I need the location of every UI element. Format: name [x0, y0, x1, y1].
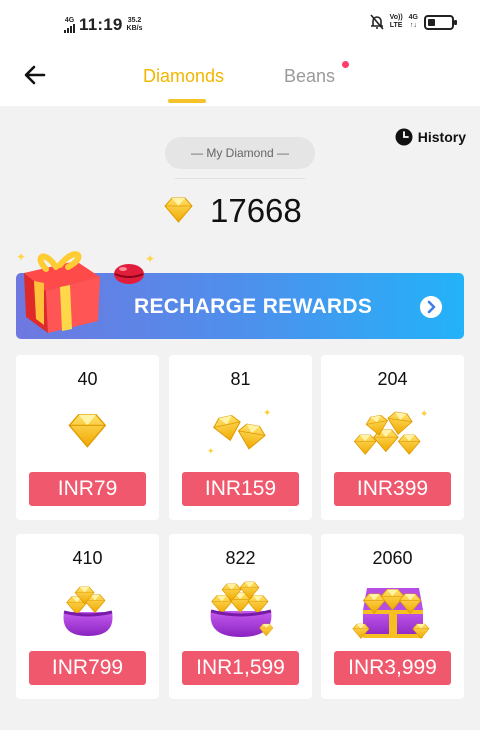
my-diamond-caption: — My Diamond —	[165, 137, 315, 169]
svg-text:✦: ✦	[207, 446, 215, 456]
price-button[interactable]: INR79	[29, 472, 146, 506]
price-button[interactable]: INR799	[29, 651, 146, 685]
beans-notification-dot	[342, 61, 349, 68]
package-amount: 410	[72, 548, 103, 568]
price-button[interactable]: INR3,999	[334, 651, 451, 685]
battery-icon	[424, 14, 457, 30]
package-amount: 822	[225, 548, 256, 568]
package-amount: 40	[77, 369, 98, 389]
status-right: Vo)) LTE 4G ↑↓	[369, 14, 457, 30]
price-button[interactable]: INR399	[334, 472, 451, 506]
treasure-chest-icon	[351, 588, 429, 639]
package-amount: 81	[230, 369, 251, 389]
price-button[interactable]: INR159	[182, 472, 299, 506]
battery-level	[428, 18, 435, 26]
clock-icon	[395, 128, 413, 146]
package-amount: 204	[377, 369, 408, 389]
svg-text:✦: ✦	[263, 408, 271, 419]
gift-box-icon	[24, 251, 100, 333]
svg-text:✦: ✦	[420, 409, 428, 420]
diamond-bag-icon	[63, 586, 112, 636]
package-card-410[interactable]: 410 INR799	[16, 534, 159, 699]
package-amount: 2060	[372, 548, 413, 568]
status-bar: 4G 11:19 35.2 KB/s Vo)) LTE 4G ↑↓	[0, 0, 480, 50]
balance-value: 17668	[210, 192, 302, 229]
mute-bell-icon	[369, 14, 384, 30]
signal-icon: 4G	[64, 17, 75, 33]
status-left: 4G 11:19 35.2 KB/s	[64, 15, 143, 35]
package-card-40[interactable]: 40 INR79	[16, 355, 159, 520]
price-button[interactable]: INR1,599	[182, 651, 299, 685]
lips-icon	[114, 264, 144, 284]
package-card-204[interactable]: 204 ✦ INR399	[321, 355, 464, 520]
two-diamonds-icon: ✦ ✦	[207, 408, 271, 456]
tab-diamonds[interactable]: Diamonds	[143, 66, 224, 87]
tab-beans[interactable]: Beans	[284, 66, 335, 87]
history-label: History	[417, 129, 466, 145]
top-nav: Diamonds Beans	[0, 50, 480, 106]
diamond-icon	[68, 413, 106, 448]
arrow-left-icon[interactable]	[22, 62, 48, 88]
diamond-pile-icon: ✦	[353, 409, 428, 455]
divider	[175, 178, 305, 179]
diamond-balance: 17668	[162, 192, 302, 230]
package-card-2060[interactable]: 2060 INR3,999	[321, 534, 464, 699]
package-card-822[interactable]: 822 INR1,599	[169, 534, 312, 699]
diamond-sack-icon	[210, 581, 273, 637]
volte-indicator: Vo)) LTE	[389, 14, 403, 29]
diamond-icon	[164, 197, 193, 223]
status-time: 11:19	[79, 15, 123, 34]
history-button[interactable]: History	[395, 128, 466, 146]
network-speed: 35.2 KB/s	[126, 17, 143, 32]
active-tab-indicator	[168, 99, 206, 103]
package-card-81[interactable]: 81 ✦ ✦ INR159	[169, 355, 312, 520]
sparkle-icon: ✦	[145, 252, 156, 266]
network-4g-indicator: 4G ↑↓	[408, 14, 418, 29]
